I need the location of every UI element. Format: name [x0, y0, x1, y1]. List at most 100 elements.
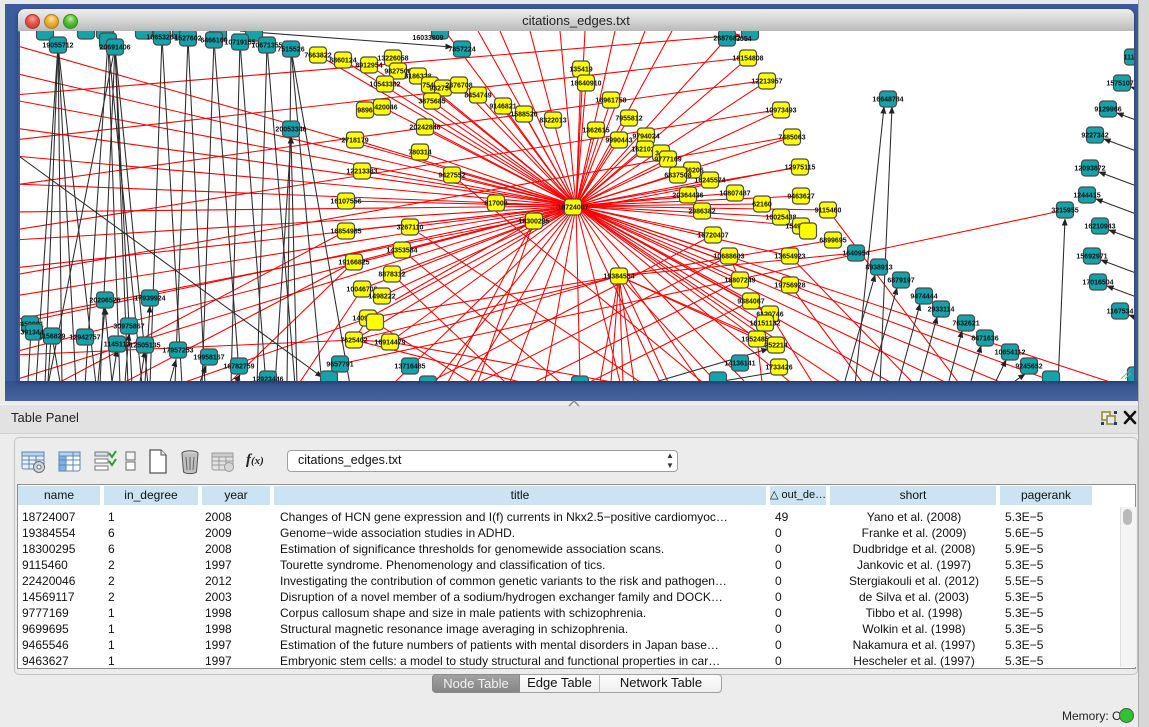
svg-text:7632621: 7632621 — [952, 321, 979, 328]
svg-text:8938913: 8938913 — [865, 265, 892, 272]
svg-text:3267110: 3267110 — [397, 225, 424, 232]
svg-text:10654112: 10654112 — [995, 350, 1026, 357]
svg-text:12213383: 12213383 — [346, 169, 377, 176]
svg-text:16914479: 16914479 — [374, 340, 405, 347]
svg-text:16648784: 16648784 — [872, 97, 903, 104]
svg-text:8322013: 8322013 — [539, 118, 566, 125]
svg-text:1362615: 1362615 — [582, 128, 609, 135]
svg-text:9794024: 9794024 — [632, 134, 659, 141]
svg-text:7663822: 7663822 — [304, 53, 331, 60]
svg-text:8471636: 8471636 — [971, 336, 998, 343]
svg-text:17016504: 17016504 — [1082, 280, 1113, 287]
svg-text:1640954: 1640954 — [842, 251, 869, 258]
svg-text:18724007: 18724007 — [557, 205, 588, 212]
svg-text:19166825: 19166825 — [338, 260, 369, 267]
svg-text:2986382: 2986382 — [688, 209, 715, 216]
svg-text:16033809: 16033809 — [412, 35, 443, 42]
svg-text:9227342: 9227342 — [1081, 133, 1108, 140]
svg-text:8454749: 8454749 — [464, 93, 491, 100]
svg-text:14136141: 14136141 — [724, 361, 755, 368]
svg-text:19384554: 19384554 — [603, 274, 634, 281]
svg-text:1167534: 1167534 — [1107, 309, 1134, 316]
svg-text:15720407: 15720407 — [697, 233, 728, 240]
svg-text:15751074: 15751074 — [1106, 81, 1134, 88]
svg-text:7955812: 7955812 — [615, 116, 642, 123]
svg-text:817008: 817008 — [484, 201, 507, 208]
svg-text:18807249: 18807249 — [724, 278, 755, 285]
svg-text:9427552: 9427552 — [438, 173, 465, 180]
svg-text:9474444: 9474444 — [910, 294, 937, 301]
svg-text:10653267: 10653267 — [146, 35, 177, 42]
svg-text:9245652: 9245652 — [1015, 364, 1042, 371]
svg-text:16245574: 16245574 — [694, 178, 725, 185]
svg-text:9115460: 9115460 — [815, 208, 842, 215]
svg-text:6879197: 6879197 — [887, 278, 914, 285]
svg-text:20364436: 20364436 — [672, 193, 703, 200]
svg-text:9896: 9896 — [357, 108, 373, 115]
svg-text:18300295: 18300295 — [518, 219, 549, 226]
svg-text:9990443: 9990443 — [605, 138, 632, 145]
svg-text:12942757: 12942757 — [69, 335, 100, 342]
svg-text:9657791: 9657791 — [326, 362, 353, 369]
svg-text:10973493: 10973493 — [765, 108, 796, 115]
svg-text:1527602: 1527602 — [174, 36, 201, 43]
svg-text:19055712: 19055712 — [42, 43, 73, 50]
svg-text:16154808: 16154808 — [732, 56, 763, 63]
svg-text:7857224: 7857224 — [448, 47, 475, 54]
svg-text:9129966: 9129966 — [1094, 107, 1121, 114]
svg-text:20206526: 20206526 — [89, 298, 120, 305]
svg-text:1156829: 1156829 — [39, 334, 66, 341]
svg-text:17939924: 17939924 — [134, 296, 165, 303]
svg-text:1498222: 1498222 — [368, 294, 395, 301]
svg-text:13716485: 13716485 — [394, 364, 425, 371]
svg-text:13654923: 13654923 — [774, 254, 805, 261]
svg-text:3215955: 3215955 — [1051, 208, 1078, 215]
svg-text:62160: 62160 — [752, 202, 772, 209]
svg-text:10688603: 10688603 — [713, 254, 744, 261]
svg-text:14353584: 14353584 — [386, 248, 417, 255]
svg-text:12505135: 12505135 — [129, 343, 160, 350]
svg-text:16107556: 16107556 — [330, 199, 361, 206]
svg-text:2933114: 2933114 — [928, 307, 955, 314]
svg-text:17957253: 17957253 — [162, 348, 193, 355]
svg-text:12923446: 12923446 — [252, 377, 283, 382]
svg-text:8878312: 8878312 — [378, 272, 405, 279]
svg-text:10543382: 10543382 — [369, 82, 400, 89]
svg-text:16151132: 16151132 — [750, 321, 781, 328]
svg-text:8912954: 8912954 — [355, 63, 382, 70]
svg-text:16961758: 16961758 — [595, 98, 626, 105]
svg-text:19958167: 19958167 — [193, 355, 224, 362]
svg-text:2876708: 2876708 — [445, 83, 472, 90]
svg-text:20053346: 20053346 — [275, 127, 306, 134]
svg-text:18640910: 18640910 — [570, 81, 601, 88]
svg-text:1588520: 1588520 — [510, 112, 537, 119]
svg-text:19756928: 19756928 — [774, 283, 805, 290]
svg-text:16854985: 16854985 — [330, 229, 361, 236]
svg-text:12093872: 12093872 — [1074, 166, 1105, 173]
svg-text:780314: 780314 — [408, 150, 431, 157]
svg-text:15692971: 15692971 — [1076, 254, 1107, 261]
svg-text:12975115: 12975115 — [785, 165, 816, 172]
svg-text:20242848: 20242848 — [409, 125, 440, 132]
svg-text:1733426: 1733426 — [765, 365, 792, 372]
svg-text:7625402: 7625402 — [340, 338, 367, 345]
svg-text:20691406: 20691406 — [99, 45, 130, 52]
svg-text:30975867: 30975867 — [113, 324, 144, 331]
svg-text:6837508: 6837508 — [664, 173, 691, 180]
svg-text:11122: 11122 — [1124, 55, 1134, 62]
svg-text:3875685: 3875685 — [418, 99, 445, 106]
svg-text:13226058: 13226058 — [377, 56, 408, 63]
svg-text:2718179: 2718179 — [341, 138, 368, 145]
svg-text:16210943: 16210943 — [1084, 224, 1115, 231]
svg-text:9777169: 9777169 — [654, 157, 681, 164]
svg-text:2687682: 2687682 — [713, 36, 740, 43]
svg-text:7485063: 7485063 — [778, 135, 805, 142]
svg-text:7515526: 7515526 — [277, 47, 304, 54]
svg-text:252214: 252214 — [764, 343, 787, 350]
svg-text:8860124: 8860124 — [329, 58, 356, 65]
svg-text:9146821: 9146821 — [489, 104, 516, 111]
svg-text:6899695: 6899695 — [819, 238, 846, 245]
svg-text:1244415: 1244415 — [1073, 193, 1100, 200]
svg-text:135419: 135419 — [569, 67, 592, 74]
svg-text:12213957: 12213957 — [751, 79, 782, 86]
